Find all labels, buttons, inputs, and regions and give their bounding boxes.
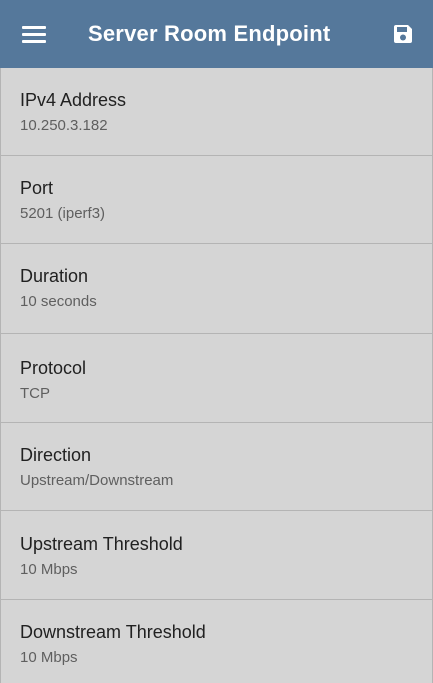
setting-value: Upstream/Downstream (20, 472, 174, 489)
setting-ipv4-address[interactable]: IPv4 Address 10.250.3.182 (0, 68, 433, 156)
setting-value: 10.250.3.182 (20, 117, 108, 134)
setting-value: 10 seconds (20, 293, 97, 310)
setting-duration[interactable]: Duration 10 seconds (0, 244, 433, 334)
setting-label: Protocol (20, 358, 87, 378)
setting-label: Duration (20, 266, 89, 286)
menu-icon-bar (22, 33, 46, 36)
setting-direction[interactable]: Direction Upstream/Downstream (0, 423, 433, 511)
setting-value: 10 Mbps (20, 561, 78, 578)
setting-protocol[interactable]: Protocol TCP (0, 334, 433, 423)
setting-value: 10 Mbps (20, 649, 78, 666)
menu-icon[interactable] (22, 24, 46, 44)
setting-upstream-threshold[interactable]: Upstream Threshold 10 Mbps (0, 511, 433, 600)
setting-port[interactable]: Port 5201 (iperf3) (0, 156, 433, 244)
settings-list: IPv4 Address 10.250.3.182 Port 5201 (ipe… (0, 68, 433, 683)
setting-label: IPv4 Address (20, 90, 127, 110)
setting-label: Upstream Threshold (20, 534, 183, 554)
save-icon-glyph (394, 25, 412, 43)
menu-icon-bar (22, 26, 46, 29)
save-icon[interactable] (391, 22, 415, 46)
setting-value: 5201 (iperf3) (20, 205, 106, 222)
setting-label: Port (20, 178, 54, 198)
frame-edge-left (0, 68, 1, 683)
setting-downstream-threshold[interactable]: Downstream Threshold 10 Mbps (0, 600, 433, 683)
setting-label: Direction (20, 445, 92, 465)
setting-label: Downstream Threshold (20, 622, 206, 642)
page-title: Server Room Endpoint (88, 21, 331, 46)
menu-icon-bar (22, 40, 46, 43)
app-bar: Server Room Endpoint (0, 0, 433, 68)
setting-value: TCP (20, 385, 50, 402)
